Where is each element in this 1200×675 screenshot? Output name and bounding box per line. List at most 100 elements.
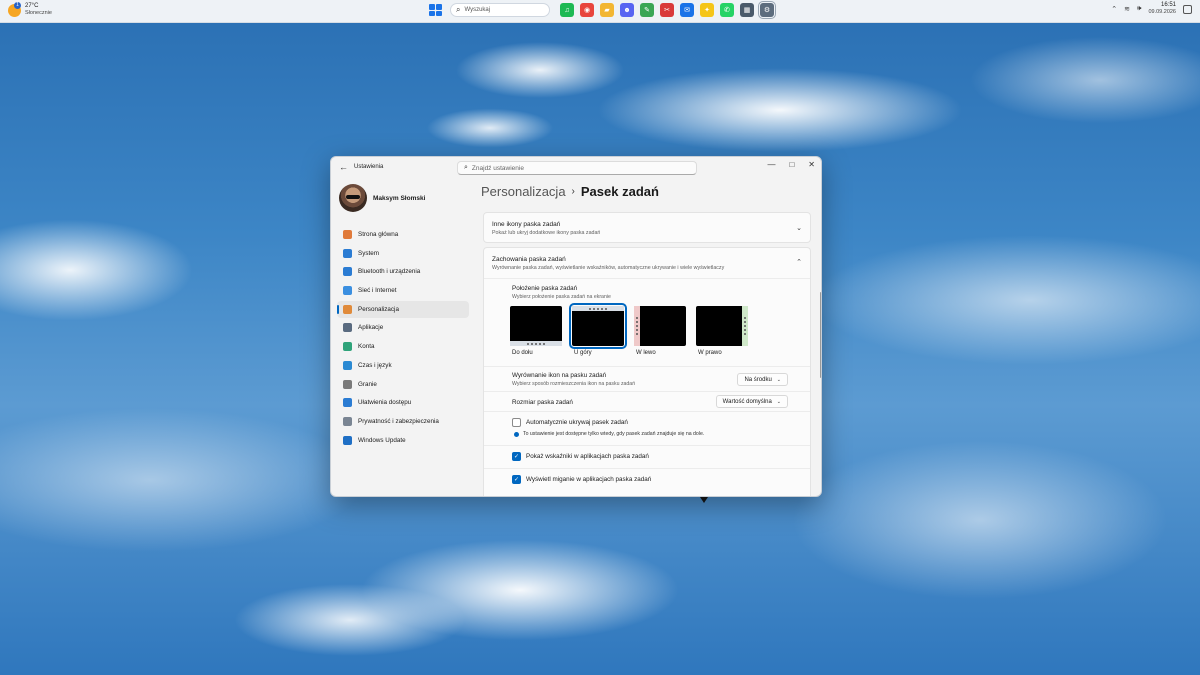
back-arrow-icon[interactable]: ← <box>339 162 348 172</box>
taskbar-search-placeholder: Wyszukaj <box>464 7 491 13</box>
badges-checkbox[interactable]: ✓ <box>512 452 521 461</box>
tips-icon[interactable]: ✦ <box>700 3 714 17</box>
position-subtitle: Wybierz położenie paska zadań na ekranie <box>512 294 611 300</box>
sidebar-item-strona-g-wna[interactable]: Strona główna <box>337 226 469 243</box>
settings-window: ← Ustawienia ⌕ Znajdź ustawienie — □ ✕ M… <box>330 156 822 497</box>
search-icon: ⌕ <box>456 5 461 14</box>
behaviors-title: Zachowania paska zadań <box>492 256 566 263</box>
sidebar-item-label: Strona główna <box>358 231 399 238</box>
spotify-icon[interactable]: ♫ <box>560 3 574 17</box>
sidebar-item-sie-i-internet[interactable]: Sieć i Internet <box>337 282 469 299</box>
accessibility-icon <box>343 398 352 408</box>
taskbar: 1 27°C Słonecznie ⌕ Wyszukaj ♫ ◉ ▰ ☻ ✎ ✂ ✉ ✦ ✆ ▦ ⚙… <box>0 0 1200 23</box>
weather-sun-icon: 1 <box>8 1 21 17</box>
update-icon <box>343 435 352 445</box>
sidebar-item-label: Bluetooth i urządzenia <box>358 268 421 276</box>
window-title: Ustawienia <box>354 164 384 170</box>
brush-icon <box>343 304 352 314</box>
position-title: Położenie paska zadań <box>512 285 578 292</box>
outlook-icon[interactable]: ✉ <box>680 3 694 17</box>
chevron-up-icon[interactable]: ⌃ <box>1111 5 1117 13</box>
mouse-cursor <box>700 497 708 503</box>
auto-hide-info: To ustawienie jest dostępne tylko wtedy,… <box>523 431 705 437</box>
position-option-left[interactable]: W lewo <box>634 306 686 356</box>
other-icons-subtitle: Pokaż lub ukryj dodatkowe ikony paska za… <box>492 230 601 236</box>
wifi-icon[interactable]: ≋ <box>1124 5 1130 13</box>
notification-icon[interactable] <box>1183 4 1192 14</box>
sidebar-item-konta[interactable]: Konta <box>337 338 469 355</box>
weather-temperature: 27°C <box>25 3 39 9</box>
flashing-checkbox[interactable]: ✓ <box>512 475 521 484</box>
chrome-icon[interactable]: ◉ <box>580 3 594 17</box>
sidebar-item-label: Prywatność i zabezpieczenia <box>358 417 439 425</box>
clock-icon <box>343 360 352 370</box>
position-option-label: U góry <box>574 350 592 356</box>
user-profile[interactable]: Maksym Słomski <box>339 184 425 212</box>
scrollbar[interactable] <box>820 292 821 378</box>
paint-icon[interactable]: ✎ <box>640 3 654 17</box>
weather-widget[interactable]: 1 27°C Słonecznie <box>8 1 52 17</box>
breadcrumb-parent[interactable]: Personalizacja <box>481 184 566 199</box>
bluetooth-icon <box>343 267 352 277</box>
sidebar-item-label: System <box>358 249 379 257</box>
size-dropdown[interactable]: Wartość domyślna ⌄ <box>715 395 788 408</box>
badges-row: ✓ Pokaż wskaźniki w aplikacjach paska za… <box>484 446 810 469</box>
taskbar-search[interactable]: ⌕ Wyszukaj <box>450 3 550 17</box>
auto-hide-label: Automatycznie ukrywaj pasek zadań <box>526 419 628 426</box>
sidebar-item-system[interactable]: System <box>337 245 469 262</box>
whatsapp-icon[interactable]: ✆ <box>720 3 734 17</box>
weather-badge: 1 <box>14 1 21 9</box>
position-option-top[interactable]: U góry <box>569 303 627 356</box>
alignment-row: Wyrównanie ikon na pasku zadań Wybierz s… <box>484 367 810 392</box>
start-button[interactable] <box>428 3 442 17</box>
position-option-label: Do dołu <box>512 350 533 356</box>
gamepad-icon <box>343 379 352 389</box>
user-name: Maksym Słomski <box>373 194 426 202</box>
auto-hide-row: Automatycznie ukrywaj pasek zadań To ust… <box>484 412 810 446</box>
position-option-bottom[interactable]: Do dołu <box>510 306 562 356</box>
taskbar-apps: ♫ ◉ ▰ ☻ ✎ ✂ ✉ ✦ ✆ ▦ ⚙ <box>554 1 776 19</box>
sidebar-item-personalizacja[interactable]: Personalizacja <box>337 300 469 318</box>
main-content: Personalizacja › Pasek zadań Inne ikony … <box>481 157 821 496</box>
sidebar-item-czas-i-j-zyk[interactable]: Czas i język <box>337 357 469 374</box>
sidebar-item-bluetooth-i-urz-dzenia[interactable]: Bluetooth i urządzenia <box>337 263 469 280</box>
clock[interactable]: 16:51 09.09.2026 <box>1148 2 1176 16</box>
account-icon <box>343 342 352 352</box>
sidebar-item-label: Windows Update <box>358 436 406 444</box>
shield-icon <box>343 416 352 426</box>
volume-icon[interactable]: 🕪 <box>1137 5 1141 13</box>
other-icons-card[interactable]: Inne ikony paska zadań Pokaż lub ukryj d… <box>483 212 811 243</box>
system-icon <box>343 248 352 258</box>
position-preview <box>634 306 686 346</box>
calculator-icon[interactable]: ▦ <box>740 3 754 17</box>
sidebar-item-granie[interactable]: Granie <box>337 376 469 393</box>
sidebar-item-aplikacje[interactable]: Aplikacje <box>337 319 469 336</box>
system-tray: ⌃ ≋ 🕪 16:51 09.09.2026 <box>1111 2 1192 16</box>
sidebar-item-u-atwienia-dost-pu[interactable]: Ułatwienia dostępu <box>337 394 469 411</box>
discord-icon[interactable]: ☻ <box>620 3 634 17</box>
apps-icon <box>343 323 352 333</box>
file-explorer-icon[interactable]: ▰ <box>600 3 614 17</box>
taskbar-position-section: Położenie paska zadań Wybierz położenie … <box>484 279 810 367</box>
auto-hide-checkbox[interactable] <box>512 418 521 427</box>
info-icon <box>514 431 519 437</box>
position-option-label: W prawo <box>698 350 722 356</box>
position-option-right[interactable]: W prawo <box>696 306 748 356</box>
sidebar-item-windows-update[interactable]: Windows Update <box>337 432 469 449</box>
size-value: Wartość domyślna <box>722 398 772 405</box>
chevron-down-icon: ⌄ <box>776 376 781 383</box>
position-preview <box>569 303 627 349</box>
sidebar-item-label: Sieć i Internet <box>358 287 397 295</box>
position-option-label: W lewo <box>636 350 656 356</box>
chevron-up-icon: ⌃ <box>796 259 802 266</box>
size-row: Rozmiar paska zadań Wartość domyślna ⌄ <box>484 392 810 412</box>
position-preview <box>510 306 562 346</box>
snipping-tool-icon[interactable]: ✂ <box>660 3 674 17</box>
settings-app-icon[interactable]: ⚙ <box>758 1 776 19</box>
behaviors-header[interactable]: Zachowania paska zadań Wyrównanie paska … <box>484 248 810 279</box>
sidebar-item-label: Aplikacje <box>358 324 384 332</box>
alignment-dropdown[interactable]: Na środku ⌄ <box>737 373 788 386</box>
flashing-label: Wyświetl miganie w aplikacjach paska zad… <box>526 476 652 483</box>
sidebar-item-prywatno-i-zabezpieczenia[interactable]: Prywatność i zabezpieczenia <box>337 413 469 430</box>
alignment-value: Na środku <box>744 376 772 383</box>
